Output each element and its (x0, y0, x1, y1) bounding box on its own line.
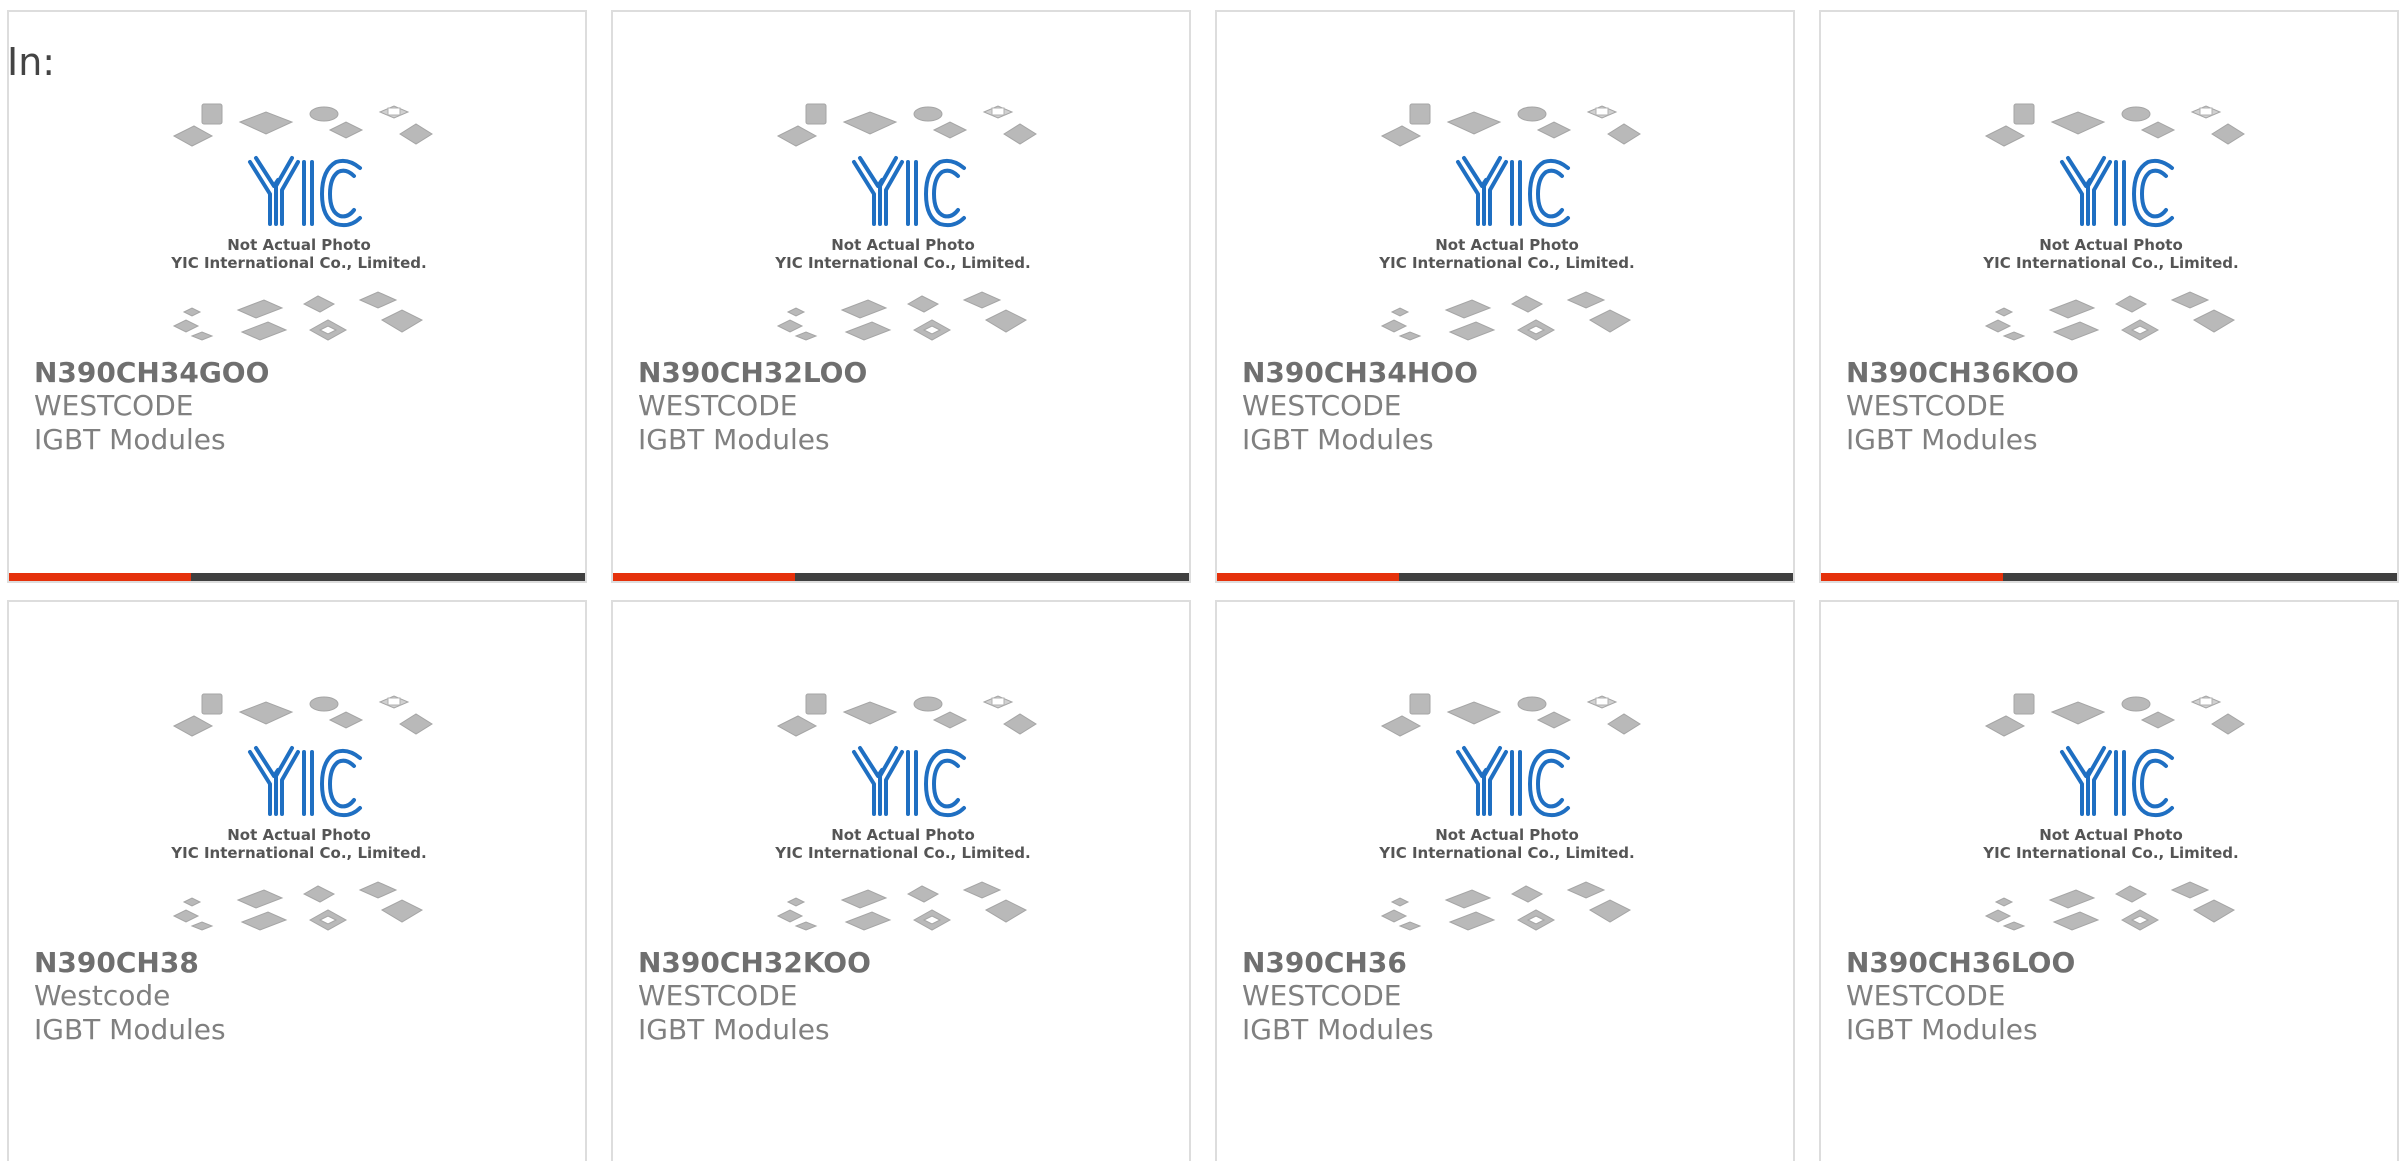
manufacturer: WESTCODE (1242, 389, 1402, 422)
not-actual-photo-image: Not Actual Photo YIC International Co., … (170, 693, 433, 931)
part-number[interactable]: N390CH34HOO (1242, 356, 1478, 389)
category: IGBT Modules (34, 1013, 226, 1046)
product-photo-placeholder[interactable]: Not Actual Photo YIC International Co., … (1372, 690, 1642, 938)
category: IGBT Modules (1242, 423, 1434, 456)
product-photo-placeholder[interactable]: Not Actual Photo YIC International Co., … (164, 100, 434, 348)
category: IGBT Modules (638, 1013, 830, 1046)
photo-caption-line2: YIC International Co., Limited. (1982, 254, 2238, 272)
manufacturer: WESTCODE (638, 389, 798, 422)
photo-caption-line1: Not Actual Photo (1435, 236, 1579, 254)
manufacturer: WESTCODE (1242, 979, 1402, 1012)
card-footer-accent (613, 573, 795, 581)
product-card[interactable]: Not Actual Photo YIC International Co., … (611, 10, 1191, 583)
card-footer-bar (1821, 573, 2397, 581)
section-heading: In: (7, 40, 56, 84)
card-footer-accent (1217, 573, 1399, 581)
product-grid: Not Actual Photo YIC International Co., … (0, 0, 2400, 1161)
not-actual-photo-image: Not Actual Photo YIC International Co., … (1982, 693, 2245, 931)
product-card[interactable]: Not Actual Photo YIC International Co., … (1819, 600, 2399, 1161)
product-photo-placeholder[interactable]: Not Actual Photo YIC International Co., … (164, 690, 434, 938)
product-card[interactable]: Not Actual Photo YIC International Co., … (7, 10, 587, 583)
product-photo-placeholder[interactable]: Not Actual Photo YIC International Co., … (768, 690, 1038, 938)
photo-caption-line2: YIC International Co., Limited. (1982, 844, 2238, 862)
photo-caption-line1: Not Actual Photo (2039, 236, 2183, 254)
manufacturer: WESTCODE (34, 389, 194, 422)
photo-caption-line1: Not Actual Photo (831, 826, 975, 844)
photo-caption-line2: YIC International Co., Limited. (1378, 254, 1634, 272)
product-card[interactable]: Not Actual Photo YIC International Co., … (611, 600, 1191, 1161)
category: IGBT Modules (34, 423, 226, 456)
product-photo-placeholder[interactable]: Not Actual Photo YIC International Co., … (1372, 100, 1642, 348)
part-number[interactable]: N390CH32LOO (638, 356, 867, 389)
not-actual-photo-image: Not Actual Photo YIC International Co., … (1982, 103, 2245, 341)
part-number[interactable]: N390CH36KOO (1846, 356, 2079, 389)
card-footer-bar (613, 573, 1189, 581)
not-actual-photo-image: Not Actual Photo YIC International Co., … (774, 103, 1037, 341)
product-photo-placeholder[interactable]: Not Actual Photo YIC International Co., … (1976, 690, 2246, 938)
category: IGBT Modules (1846, 1013, 2038, 1046)
photo-caption-line1: Not Actual Photo (227, 826, 371, 844)
product-card[interactable]: Not Actual Photo YIC International Co., … (1819, 10, 2399, 583)
photo-caption-line2: YIC International Co., Limited. (170, 254, 426, 272)
part-number[interactable]: N390CH38 (34, 946, 199, 979)
product-card[interactable]: Not Actual Photo YIC International Co., … (1215, 10, 1795, 583)
photo-caption-line2: YIC International Co., Limited. (774, 254, 1030, 272)
product-card[interactable]: Not Actual Photo YIC International Co., … (7, 600, 587, 1161)
card-footer-bar (9, 573, 585, 581)
manufacturer: WESTCODE (1846, 389, 2006, 422)
not-actual-photo-image: Not Actual Photo YIC International Co., … (1378, 693, 1641, 931)
manufacturer: WESTCODE (638, 979, 798, 1012)
card-footer-bar (1217, 573, 1793, 581)
category: IGBT Modules (1846, 423, 2038, 456)
part-number[interactable]: N390CH36 (1242, 946, 1407, 979)
not-actual-photo-image: Not Actual Photo YIC International Co., … (170, 103, 433, 341)
product-photo-placeholder[interactable]: Not Actual Photo YIC International Co., … (1976, 100, 2246, 348)
category: IGBT Modules (1242, 1013, 1434, 1046)
part-number[interactable]: N390CH32KOO (638, 946, 871, 979)
photo-caption-line1: Not Actual Photo (2039, 826, 2183, 844)
manufacturer: Westcode (34, 979, 171, 1012)
card-footer-accent (9, 573, 191, 581)
card-footer-accent (1821, 573, 2003, 581)
photo-caption-line2: YIC International Co., Limited. (1378, 844, 1634, 862)
product-photo-placeholder[interactable]: Not Actual Photo YIC International Co., … (768, 100, 1038, 348)
product-card[interactable]: Not Actual Photo YIC International Co., … (1215, 600, 1795, 1161)
not-actual-photo-image: Not Actual Photo YIC International Co., … (774, 693, 1037, 931)
not-actual-photo-image: Not Actual Photo YIC International Co., … (1378, 103, 1641, 341)
photo-caption-line2: YIC International Co., Limited. (774, 844, 1030, 862)
manufacturer: WESTCODE (1846, 979, 2006, 1012)
photo-caption-line1: Not Actual Photo (227, 236, 371, 254)
photo-caption-line1: Not Actual Photo (831, 236, 975, 254)
photo-caption-line1: Not Actual Photo (1435, 826, 1579, 844)
photo-caption-line2: YIC International Co., Limited. (170, 844, 426, 862)
category: IGBT Modules (638, 423, 830, 456)
part-number[interactable]: N390CH36LOO (1846, 946, 2075, 979)
part-number[interactable]: N390CH34GOO (34, 356, 269, 389)
